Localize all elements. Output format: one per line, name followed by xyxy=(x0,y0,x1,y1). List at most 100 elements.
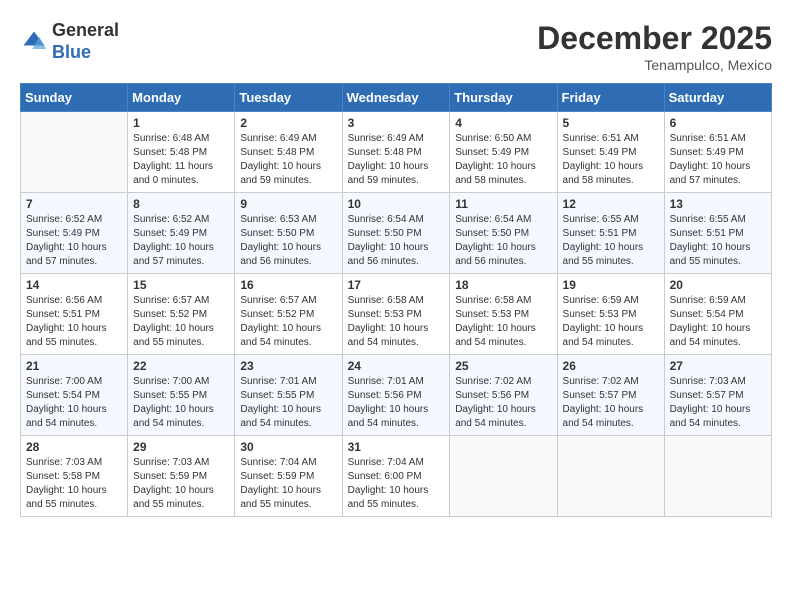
calendar-cell xyxy=(450,436,557,517)
day-info: Sunrise: 6:58 AM Sunset: 5:53 PM Dayligh… xyxy=(455,294,551,350)
calendar-cell: 15Sunrise: 6:57 AM Sunset: 5:52 PM Dayli… xyxy=(128,274,235,355)
calendar-cell: 5 Sunrise: 6:51 AM Sunset: 5:49 PM Daylig… xyxy=(557,112,664,193)
day-number: 14 xyxy=(26,278,122,292)
day-info: Sunrise: 6:54 AM Sunset: 5:50 PM Dayligh… xyxy=(455,213,551,269)
calendar-week-row: 1 Sunrise: 6:48 AM Sunset: 5:48 PM Daylig… xyxy=(21,112,772,193)
calendar-cell: 12Sunrise: 6:55 AM Sunset: 5:51 PM Dayli… xyxy=(557,193,664,274)
calendar-cell: 18 Sunrise: 6:58 AM Sunset: 5:53 PM Dayli… xyxy=(450,274,557,355)
calendar-cell: 3Sunrise: 6:49 AM Sunset: 5:48 PM Daylig… xyxy=(342,112,450,193)
day-number: 21 xyxy=(26,359,122,373)
day-number: 19 xyxy=(563,278,659,292)
day-number: 28 xyxy=(26,440,122,454)
day-number: 22 xyxy=(133,359,229,373)
day-info: Sunrise: 7:04 AM Sunset: 6:00 PM Dayligh… xyxy=(348,456,445,512)
calendar-cell: 9 Sunrise: 6:53 AM Sunset: 5:50 PM Daylig… xyxy=(235,193,342,274)
calendar-cell: 28 Sunrise: 7:03 AM Sunset: 5:58 PM Dayli… xyxy=(21,436,128,517)
day-number: 7 xyxy=(26,197,122,211)
location-text: Tenampulco, Mexico xyxy=(537,57,772,73)
weekday-header: Tuesday xyxy=(235,84,342,112)
day-number: 30 xyxy=(240,440,336,454)
day-number: 2 xyxy=(240,116,336,130)
day-info: Sunrise: 6:54 AM Sunset: 5:50 PM Dayligh… xyxy=(348,213,445,269)
calendar-cell: 2 Sunrise: 6:49 AM Sunset: 5:48 PM Daylig… xyxy=(235,112,342,193)
day-info: Sunrise: 7:01 AM Sunset: 5:55 PM Dayligh… xyxy=(240,375,336,431)
calendar-cell: 6Sunrise: 6:51 AM Sunset: 5:49 PM Daylig… xyxy=(664,112,771,193)
calendar-cell: 4 Sunrise: 6:50 AM Sunset: 5:49 PM Daylig… xyxy=(450,112,557,193)
calendar-cell: 10 Sunrise: 6:54 AM Sunset: 5:50 PM Dayli… xyxy=(342,193,450,274)
logo-general-text: General xyxy=(52,20,119,42)
calendar-cell: 11Sunrise: 6:54 AM Sunset: 5:50 PM Dayli… xyxy=(450,193,557,274)
day-number: 8 xyxy=(133,197,229,211)
calendar-cell xyxy=(21,112,128,193)
day-info: Sunrise: 7:00 AM Sunset: 5:55 PM Dayligh… xyxy=(133,375,229,431)
day-info: Sunrise: 6:57 AM Sunset: 5:52 PM Dayligh… xyxy=(240,294,336,350)
day-number: 1 xyxy=(133,116,229,130)
calendar-week-row: 7 Sunrise: 6:52 AM Sunset: 5:49 PM Daylig… xyxy=(21,193,772,274)
title-block: December 2025 Tenampulco, Mexico xyxy=(537,20,772,73)
day-number: 17 xyxy=(348,278,445,292)
day-number: 5 xyxy=(563,116,659,130)
day-info: Sunrise: 7:03 AM Sunset: 5:58 PM Dayligh… xyxy=(26,456,122,512)
day-number: 25 xyxy=(455,359,551,373)
day-number: 13 xyxy=(670,197,766,211)
day-info: Sunrise: 6:56 AM Sunset: 5:51 PM Dayligh… xyxy=(26,294,122,350)
day-info: Sunrise: 6:48 AM Sunset: 5:48 PM Dayligh… xyxy=(133,132,229,188)
day-info: Sunrise: 7:03 AM Sunset: 5:57 PM Dayligh… xyxy=(670,375,766,431)
calendar-cell: 22 Sunrise: 7:00 AM Sunset: 5:55 PM Dayli… xyxy=(128,355,235,436)
day-info: Sunrise: 6:49 AM Sunset: 5:48 PM Dayligh… xyxy=(240,132,336,188)
day-info: Sunrise: 6:52 AM Sunset: 5:49 PM Dayligh… xyxy=(133,213,229,269)
day-info: Sunrise: 6:51 AM Sunset: 5:49 PM Dayligh… xyxy=(563,132,659,188)
day-number: 31 xyxy=(348,440,445,454)
day-number: 4 xyxy=(455,116,551,130)
weekday-header: Sunday xyxy=(21,84,128,112)
calendar-cell: 7 Sunrise: 6:52 AM Sunset: 5:49 PM Daylig… xyxy=(21,193,128,274)
day-info: Sunrise: 6:50 AM Sunset: 5:49 PM Dayligh… xyxy=(455,132,551,188)
day-number: 3 xyxy=(348,116,445,130)
calendar-cell: 13Sunrise: 6:55 AM Sunset: 5:51 PM Dayli… xyxy=(664,193,771,274)
day-number: 27 xyxy=(670,359,766,373)
calendar-cell: 24Sunrise: 7:01 AM Sunset: 5:56 PM Dayli… xyxy=(342,355,450,436)
weekday-header: Monday xyxy=(128,84,235,112)
weekday-header: Wednesday xyxy=(342,84,450,112)
day-info: Sunrise: 7:02 AM Sunset: 5:57 PM Dayligh… xyxy=(563,375,659,431)
day-info: Sunrise: 7:01 AM Sunset: 5:56 PM Dayligh… xyxy=(348,375,445,431)
calendar-week-row: 21 Sunrise: 7:00 AM Sunset: 5:54 PM Dayli… xyxy=(21,355,772,436)
day-info: Sunrise: 7:02 AM Sunset: 5:56 PM Dayligh… xyxy=(455,375,551,431)
day-info: Sunrise: 7:03 AM Sunset: 5:59 PM Dayligh… xyxy=(133,456,229,512)
calendar-cell: 20 Sunrise: 6:59 AM Sunset: 5:54 PM Dayli… xyxy=(664,274,771,355)
day-number: 23 xyxy=(240,359,336,373)
day-info: Sunrise: 7:04 AM Sunset: 5:59 PM Dayligh… xyxy=(240,456,336,512)
calendar-cell: 23 Sunrise: 7:01 AM Sunset: 5:55 PM Dayli… xyxy=(235,355,342,436)
day-number: 9 xyxy=(240,197,336,211)
calendar-cell: 26 Sunrise: 7:02 AM Sunset: 5:57 PM Dayli… xyxy=(557,355,664,436)
calendar-cell: 21 Sunrise: 7:00 AM Sunset: 5:54 PM Dayli… xyxy=(21,355,128,436)
page-header: General Blue December 2025 Tenampulco, M… xyxy=(20,20,772,73)
calendar-week-row: 14 Sunrise: 6:56 AM Sunset: 5:51 PM Dayli… xyxy=(21,274,772,355)
calendar-cell: 25 Sunrise: 7:02 AM Sunset: 5:56 PM Dayli… xyxy=(450,355,557,436)
day-info: Sunrise: 6:59 AM Sunset: 5:54 PM Dayligh… xyxy=(670,294,766,350)
calendar-cell xyxy=(557,436,664,517)
calendar-cell: 27 Sunrise: 7:03 AM Sunset: 5:57 PM Dayli… xyxy=(664,355,771,436)
calendar-cell: 8 Sunrise: 6:52 AM Sunset: 5:49 PM Daylig… xyxy=(128,193,235,274)
calendar-cell: 30 Sunrise: 7:04 AM Sunset: 5:59 PM Dayli… xyxy=(235,436,342,517)
day-number: 10 xyxy=(348,197,445,211)
day-number: 6 xyxy=(670,116,766,130)
calendar-cell: 31 Sunrise: 7:04 AM Sunset: 6:00 PM Dayli… xyxy=(342,436,450,517)
day-number: 20 xyxy=(670,278,766,292)
day-number: 26 xyxy=(563,359,659,373)
day-info: Sunrise: 6:59 AM Sunset: 5:53 PM Dayligh… xyxy=(563,294,659,350)
day-number: 15 xyxy=(133,278,229,292)
day-info: Sunrise: 6:52 AM Sunset: 5:49 PM Dayligh… xyxy=(26,213,122,269)
day-info: Sunrise: 6:53 AM Sunset: 5:50 PM Dayligh… xyxy=(240,213,336,269)
calendar-table: SundayMondayTuesdayWednesdayThursdayFrid… xyxy=(20,83,772,517)
month-title: December 2025 xyxy=(537,20,772,57)
calendar-header-row: SundayMondayTuesdayWednesdayThursdayFrid… xyxy=(21,84,772,112)
logo-icon xyxy=(20,28,48,56)
calendar-cell: 16Sunrise: 6:57 AM Sunset: 5:52 PM Dayli… xyxy=(235,274,342,355)
calendar-cell: 19 Sunrise: 6:59 AM Sunset: 5:53 PM Dayli… xyxy=(557,274,664,355)
day-info: Sunrise: 7:00 AM Sunset: 5:54 PM Dayligh… xyxy=(26,375,122,431)
weekday-header: Thursday xyxy=(450,84,557,112)
day-number: 18 xyxy=(455,278,551,292)
calendar-cell xyxy=(664,436,771,517)
weekday-header: Friday xyxy=(557,84,664,112)
